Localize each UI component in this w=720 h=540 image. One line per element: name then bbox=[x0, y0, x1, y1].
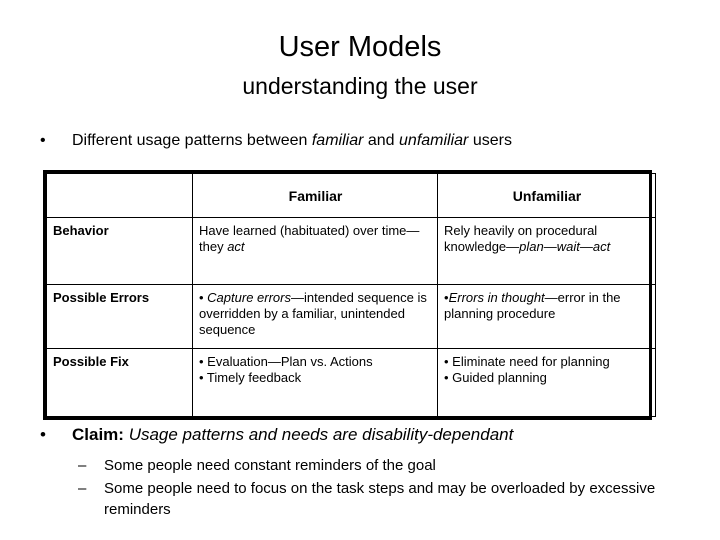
cell-bullet-marker-icon: • bbox=[199, 290, 208, 305]
table-row: Possible Fix • Evaluation—Plan vs. Actio… bbox=[46, 348, 656, 417]
cell-behavior-familiar: Have learned (habituated) over time—they… bbox=[192, 217, 438, 285]
cell-errors-familiar: • Capture errors—intended sequence is ov… bbox=[192, 284, 438, 349]
row-label-behavior: Behavior bbox=[46, 217, 193, 285]
claim-text: Usage patterns and needs are disability-… bbox=[123, 425, 514, 444]
cell-errors-unfamiliar: •Errors in thought—error in the planning… bbox=[437, 284, 656, 349]
cell-fix-unfamiliar: • Eliminate need for planning • Guided p… bbox=[437, 348, 656, 417]
cell-bullet-item: • Guided planning bbox=[444, 370, 547, 385]
claim-bullet: • Claim: Usage patterns and needs are dis… bbox=[36, 424, 708, 446]
list-item: – Some people need constant reminders of… bbox=[78, 455, 688, 476]
cell-text-italic: Capture errors bbox=[207, 290, 291, 305]
cell-text-italic-wait: wait bbox=[556, 239, 580, 254]
page-subtitle: understanding the user bbox=[242, 73, 478, 99]
cell-text-italic-plan: plan bbox=[519, 239, 544, 254]
top-bullet: • Different usage patterns between famili… bbox=[36, 130, 696, 151]
dash-marker-icon: – bbox=[78, 457, 87, 474]
table-header-unfamiliar: Unfamiliar bbox=[437, 173, 656, 218]
slide-canvas: User Models understanding the user • Diff… bbox=[0, 0, 720, 540]
top-bullet-part3: users bbox=[468, 132, 512, 149]
sub-bullet-list: – Some people need constant reminders of… bbox=[78, 455, 688, 522]
table-header-familiar: Familiar bbox=[192, 173, 438, 218]
dash-marker-icon: – bbox=[78, 480, 87, 497]
row-label-possible-errors: Possible Errors bbox=[46, 284, 193, 349]
table-header-corner bbox=[46, 173, 193, 218]
list-item-label: Some people need constant reminders of t… bbox=[104, 457, 436, 474]
cell-bullet-item: • Eliminate need for planning bbox=[444, 354, 610, 369]
top-bullet-part2: and bbox=[363, 132, 400, 149]
comparison-table: Familiar Unfamiliar Behavior Have learne… bbox=[43, 170, 656, 420]
cell-bullet-item: • Evaluation—Plan vs. Actions bbox=[199, 354, 373, 369]
cell-text-italic: Errors in thought bbox=[448, 290, 545, 305]
row-label-possible-fix: Possible Fix bbox=[46, 348, 193, 417]
cell-text-italic: act bbox=[227, 239, 245, 254]
bullet-marker-icon: • bbox=[40, 425, 46, 444]
claim-label: Claim: bbox=[72, 425, 124, 444]
cell-text-dash-1: — bbox=[543, 239, 557, 254]
list-item: – Some people need to focus on the task … bbox=[78, 478, 688, 520]
page-title: User Models bbox=[278, 31, 442, 63]
top-bullet-italic-familiar: familiar bbox=[311, 132, 364, 149]
cell-text-dash-2: — bbox=[579, 239, 593, 254]
cell-bullet-item: • Timely feedback bbox=[199, 370, 302, 385]
cell-behavior-unfamiliar: Rely heavily on procedural knowledge—pla… bbox=[437, 217, 656, 285]
table-row: Behavior Have learned (habituated) over … bbox=[46, 217, 656, 285]
bullet-marker-icon: • bbox=[40, 132, 46, 149]
top-bullet-italic-unfamiliar: unfamiliar bbox=[399, 132, 469, 149]
table-row: Possible Errors • Capture errors—intende… bbox=[46, 284, 656, 349]
table-header-row: Familiar Unfamiliar bbox=[46, 173, 656, 218]
top-bullet-part1: Different usage patterns between bbox=[72, 132, 312, 149]
cell-fix-familiar: • Evaluation—Plan vs. Actions • Timely f… bbox=[192, 348, 438, 417]
cell-text-italic-act: act bbox=[592, 239, 611, 254]
list-item-label: Some people need to focus on the task st… bbox=[104, 480, 656, 518]
